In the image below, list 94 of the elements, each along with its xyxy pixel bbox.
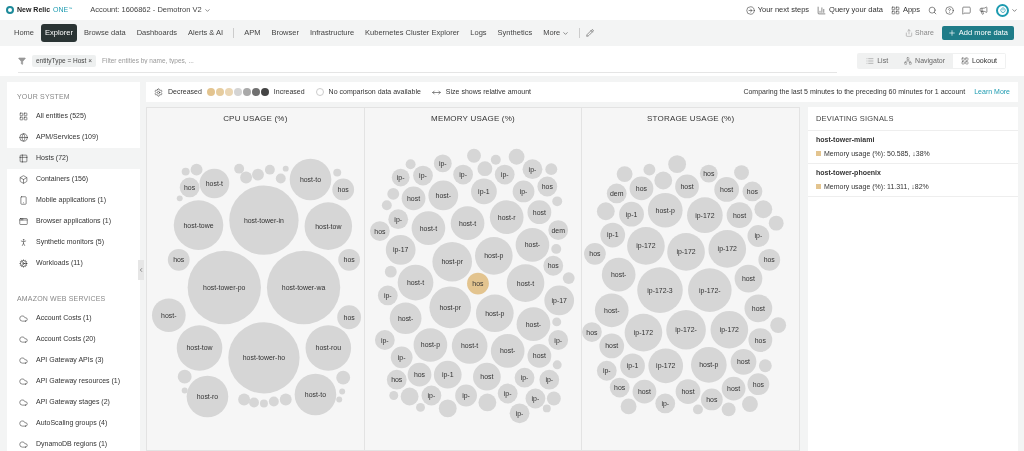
- host-bubble[interactable]: [542, 404, 551, 413]
- share-icon: [905, 29, 914, 37]
- cloud-icon: [19, 419, 28, 428]
- chevron-left-icon: [138, 267, 144, 273]
- cloud-icon: [19, 335, 28, 344]
- cloud-icon: [19, 440, 28, 449]
- chevron-down-icon[interactable]: [1011, 6, 1018, 14]
- grid-icon: [961, 57, 970, 65]
- host-bubble[interactable]: [693, 404, 704, 415]
- host-bubble[interactable]: [177, 369, 192, 384]
- user-avatar[interactable]: [996, 3, 1009, 17]
- host-bubble[interactable]: [279, 393, 292, 406]
- phone-icon: [19, 196, 28, 205]
- host-bubble[interactable]: [181, 387, 188, 394]
- grid-icon: [19, 112, 28, 121]
- host-bubble[interactable]: [252, 168, 264, 181]
- host-bubble[interactable]: [759, 359, 773, 373]
- host-bubble[interactable]: [415, 402, 425, 412]
- host-bubble[interactable]: [550, 243, 561, 254]
- host-bubble[interactable]: [546, 391, 561, 406]
- chart-title: MEMORY USAGE (%): [431, 113, 515, 125]
- plus-icon: [947, 29, 956, 37]
- cog-icon: [19, 259, 28, 268]
- host-bubble[interactable]: [734, 165, 750, 181]
- host-bubble[interactable]: [234, 163, 245, 174]
- host-bubble[interactable]: [333, 168, 342, 177]
- host-bubble[interactable]: [190, 163, 203, 176]
- host-bubble[interactable]: [722, 402, 736, 417]
- host-bubble[interactable]: [384, 265, 397, 278]
- help-icon[interactable]: [945, 5, 954, 15]
- host-bubble[interactable]: [490, 154, 501, 165]
- host-bubble[interactable]: [742, 396, 759, 412]
- filter-icon[interactable]: [18, 56, 26, 65]
- host-bubble[interactable]: [400, 387, 419, 406]
- host-bubble[interactable]: [754, 200, 773, 219]
- host-bubble[interactable]: [643, 163, 656, 176]
- host-bubble[interactable]: [181, 167, 190, 176]
- host-bubble[interactable]: [176, 195, 183, 202]
- host-bubble[interactable]: [238, 393, 251, 406]
- host-bubble[interactable]: [259, 399, 268, 408]
- host-bubble[interactable]: [545, 163, 557, 176]
- globe-icon: [19, 133, 28, 142]
- host-bubble[interactable]: [336, 370, 351, 385]
- host-bubble[interactable]: [282, 165, 289, 172]
- host-bubble[interactable]: [552, 360, 562, 370]
- host-bubble[interactable]: [597, 202, 616, 221]
- host-bubble[interactable]: [508, 148, 525, 165]
- host-bubble[interactable]: [562, 272, 575, 285]
- window-icon: [19, 217, 28, 226]
- host-bubble[interactable]: [388, 391, 398, 400]
- cube-icon: [19, 175, 28, 184]
- collapse-handle[interactable]: [138, 260, 144, 280]
- host-bubble[interactable]: [654, 171, 673, 190]
- search-icon[interactable]: [928, 5, 937, 15]
- host-bubble[interactable]: [268, 396, 279, 407]
- host-bubble[interactable]: [438, 399, 457, 418]
- chevron-down-icon: [203, 6, 211, 14]
- pencil-icon[interactable]: [586, 29, 595, 37]
- host-bubble[interactable]: [381, 200, 392, 211]
- bar-chart-icon: [817, 5, 827, 15]
- cloud-icon: [19, 377, 28, 386]
- logo-icon: [6, 6, 14, 14]
- host-bubble[interactable]: [249, 397, 259, 408]
- host-bubble[interactable]: [477, 161, 492, 177]
- host-bubble[interactable]: [551, 196, 562, 207]
- host-bubble[interactable]: [275, 173, 286, 184]
- chevron-down-icon: [562, 29, 570, 37]
- list-icon: [866, 57, 875, 65]
- settings-icon[interactable]: [154, 87, 163, 97]
- host-bubble[interactable]: [770, 317, 787, 334]
- host-bubble[interactable]: [617, 166, 633, 182]
- resize-icon: [431, 87, 441, 97]
- host-bubble[interactable]: [621, 398, 637, 415]
- host-bubble[interactable]: [466, 148, 481, 163]
- grid-icon: [890, 5, 900, 15]
- host-bubble[interactable]: [387, 187, 399, 200]
- chart-title: STORAGE USAGE (%): [647, 113, 735, 125]
- host-bubble[interactable]: [551, 317, 561, 327]
- arrow-circle-icon: [745, 5, 755, 15]
- chat-icon[interactable]: [962, 5, 971, 15]
- chart-title: CPU USAGE (%): [223, 113, 288, 125]
- host-bubble[interactable]: [769, 215, 784, 231]
- host-bubble[interactable]: [668, 155, 687, 174]
- host-bubble[interactable]: [478, 393, 496, 412]
- figure-icon: [19, 238, 28, 247]
- host-bubble[interactable]: [264, 164, 275, 175]
- host-bubble[interactable]: [405, 159, 416, 170]
- table-icon: [19, 154, 28, 163]
- cloud-icon: [19, 398, 28, 407]
- cloud-icon: [19, 314, 28, 323]
- host-bubble[interactable]: [240, 171, 253, 184]
- megaphone-icon[interactable]: [979, 5, 988, 15]
- cloud-icon: [19, 356, 28, 365]
- network-icon: [904, 57, 913, 65]
